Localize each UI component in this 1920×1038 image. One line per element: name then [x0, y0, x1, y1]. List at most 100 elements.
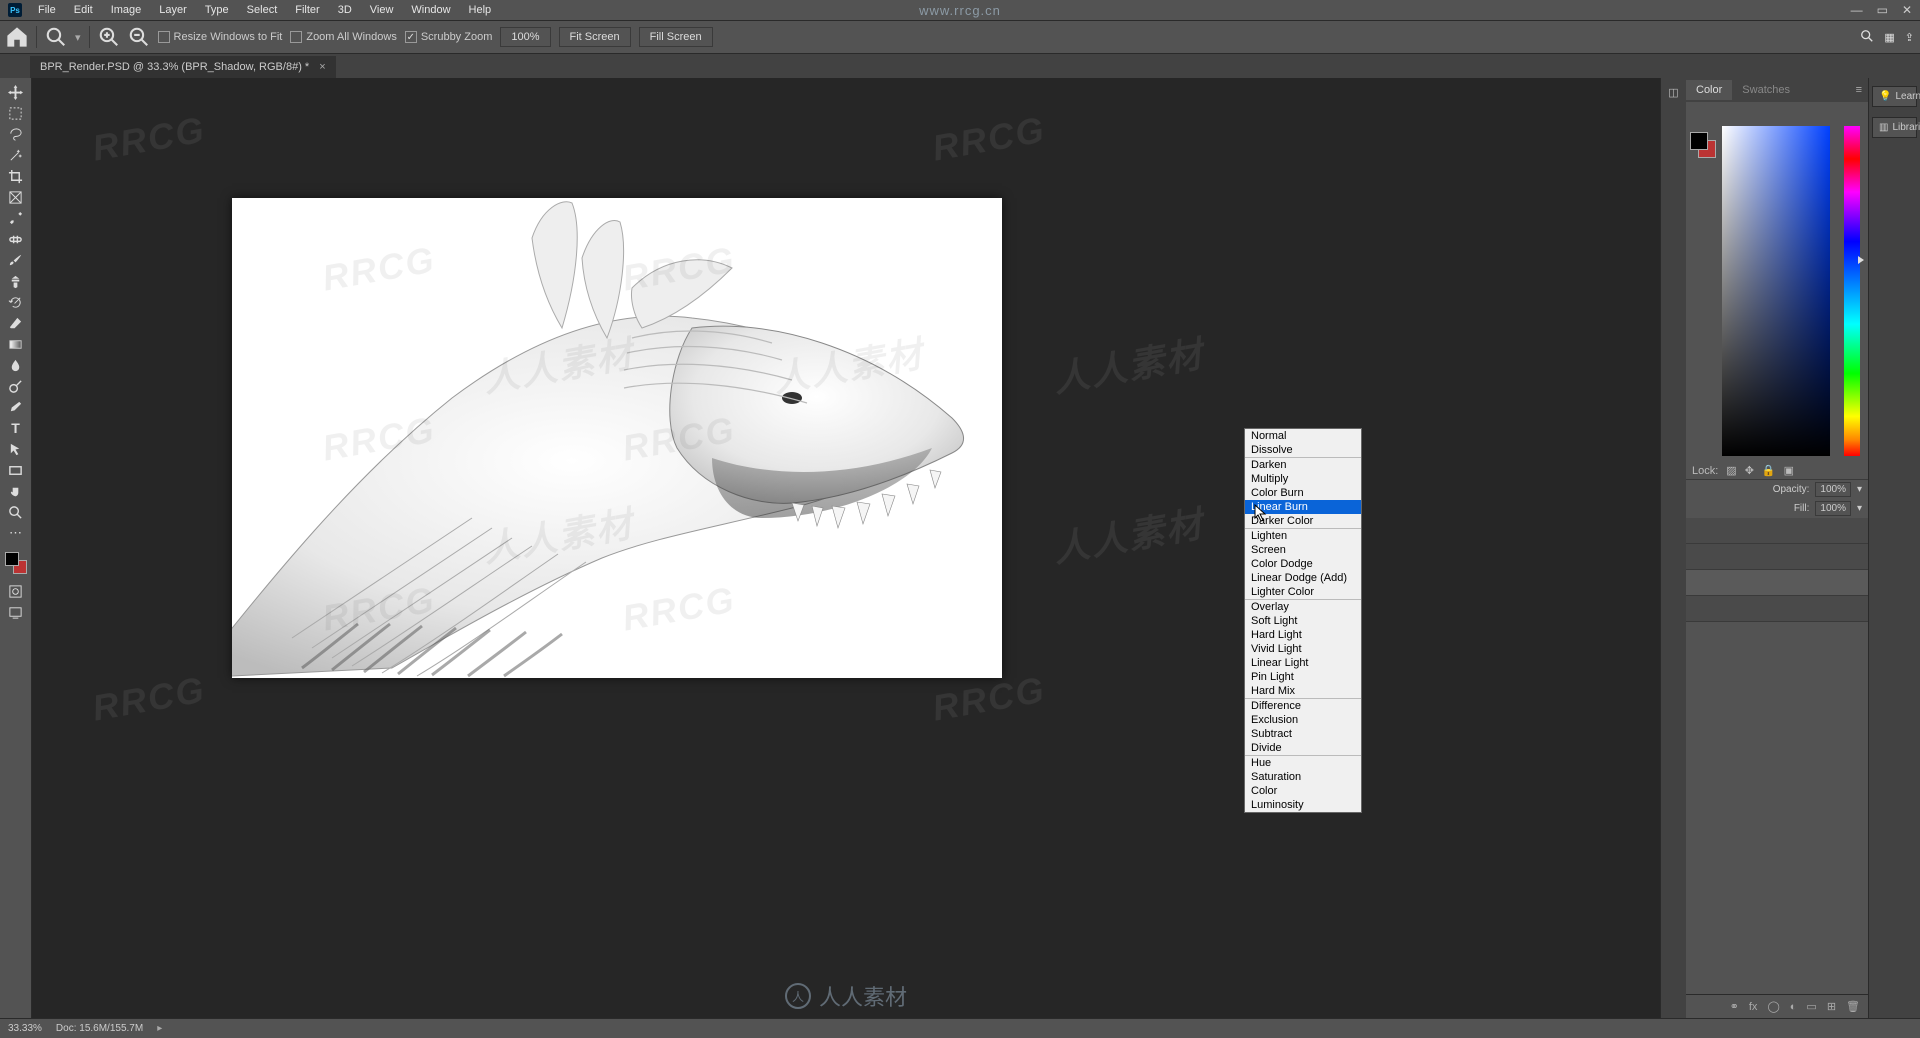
layer-mask-icon[interactable]: ◯ [1767, 1000, 1779, 1013]
zoom-tool-toolbar-icon[interactable] [3, 502, 29, 522]
opt-scrubby-zoom[interactable]: Scrubby Zoom [405, 31, 493, 43]
opt-fit-screen[interactable]: Fit Screen [559, 27, 631, 47]
quick-mask-icon[interactable] [3, 581, 29, 601]
opacity-value[interactable]: 100% [1815, 482, 1851, 497]
search-icon[interactable] [1860, 29, 1874, 46]
close-icon[interactable]: ✕ [1902, 3, 1912, 17]
chevron-down-icon[interactable]: ▾ [75, 31, 81, 44]
zoom-in-icon[interactable] [98, 26, 120, 48]
blend-mode-dropdown[interactable]: NormalDissolveDarkenMultiplyColor BurnLi… [1244, 428, 1362, 813]
lock-pixels-icon[interactable]: ▨ [1726, 464, 1736, 477]
menu-image[interactable]: Image [103, 2, 150, 18]
zoom-out-icon[interactable] [128, 26, 150, 48]
gradient-tool-icon[interactable] [3, 334, 29, 354]
workspace-icon[interactable]: ▦ [1884, 31, 1894, 44]
menu-layer[interactable]: Layer [151, 2, 195, 18]
blend-mode-option[interactable]: Screen [1245, 543, 1361, 557]
blend-mode-option[interactable]: Pin Light [1245, 670, 1361, 684]
document-tab[interactable]: BPR_Render.PSD @ 33.3% (BPR_Shadow, RGB/… [30, 56, 336, 78]
document-canvas[interactable] [232, 198, 1002, 678]
blend-mode-option[interactable]: Lighten [1245, 529, 1361, 543]
menu-type[interactable]: Type [197, 2, 237, 18]
foreground-background-colors[interactable] [5, 552, 27, 574]
menu-file[interactable]: File [30, 2, 64, 18]
path-selection-tool-icon[interactable] [3, 439, 29, 459]
marquee-tool-icon[interactable] [3, 103, 29, 123]
eyedropper-tool-icon[interactable] [3, 208, 29, 228]
blend-mode-option[interactable]: Difference [1245, 699, 1361, 713]
blend-mode-option[interactable]: Lighter Color [1245, 585, 1361, 599]
opacity-chevron-icon[interactable]: ▾ [1857, 484, 1862, 495]
blend-mode-option[interactable]: Darker Color [1245, 514, 1361, 528]
blend-mode-option[interactable]: Linear Dodge (Add) [1245, 571, 1361, 585]
healing-brush-tool-icon[interactable] [3, 229, 29, 249]
blend-mode-option[interactable]: Overlay [1245, 600, 1361, 614]
blend-mode-option[interactable]: Color [1245, 784, 1361, 798]
menu-help[interactable]: Help [461, 2, 500, 18]
hue-slider-strip[interactable] [1844, 126, 1860, 456]
blend-mode-option[interactable]: Saturation [1245, 770, 1361, 784]
color-panel-fg-swatch[interactable] [1690, 132, 1708, 150]
dodge-tool-icon[interactable] [3, 376, 29, 396]
opt-fill-screen[interactable]: Fill Screen [639, 27, 713, 47]
lock-all-icon[interactable]: 🔒 [1762, 464, 1776, 477]
delete-layer-icon[interactable]: 🗑 [1846, 1000, 1860, 1013]
status-chevron-icon[interactable]: ▸ [157, 1023, 162, 1034]
artboard-icon[interactable]: ▣ [1784, 464, 1794, 477]
layer-row[interactable] [1686, 596, 1868, 622]
canvas-area[interactable]: RRCG RRCG RRCG RRCG RRCG RRCG 人人素材 人人素材 … [32, 78, 1660, 1018]
tab-color[interactable]: Color [1686, 80, 1732, 100]
hand-tool-icon[interactable] [3, 481, 29, 501]
blend-mode-option[interactable]: Color Dodge [1245, 557, 1361, 571]
blend-mode-option[interactable]: Normal [1245, 429, 1361, 443]
adjustment-layer-icon[interactable]: ◐ [1790, 1001, 1797, 1013]
screen-mode-icon[interactable] [3, 602, 29, 622]
panel-menu-icon[interactable]: ≡ [1856, 84, 1862, 96]
tab-close-icon[interactable]: × [319, 61, 325, 73]
status-doc-size[interactable]: Doc: 15.6M/155.7M [56, 1023, 143, 1034]
share-icon[interactable]: ⇪ [1905, 31, 1914, 44]
learn-button[interactable]: 💡 Learn [1872, 86, 1917, 107]
fill-chevron-icon[interactable]: ▾ [1857, 503, 1862, 514]
magic-wand-tool-icon[interactable] [3, 145, 29, 165]
blend-mode-option[interactable]: Hard Mix [1245, 684, 1361, 698]
libraries-button[interactable]: ▥ Libraries [1872, 117, 1917, 138]
opt-zoom-all[interactable]: Zoom All Windows [290, 31, 396, 43]
new-layer-icon[interactable]: ⊞ [1827, 1000, 1836, 1013]
menu-view[interactable]: View [362, 2, 402, 18]
layer-row[interactable] [1686, 518, 1868, 544]
type-tool-icon[interactable]: T [3, 418, 29, 438]
history-panel-icon[interactable]: ◫ [1668, 86, 1678, 99]
blend-mode-option[interactable]: Multiply [1245, 472, 1361, 486]
pen-tool-icon[interactable] [3, 397, 29, 417]
menu-window[interactable]: Window [403, 2, 458, 18]
menu-edit[interactable]: Edit [66, 2, 101, 18]
history-brush-tool-icon[interactable] [3, 292, 29, 312]
opt-zoom-100[interactable]: 100% [500, 27, 550, 47]
lasso-tool-icon[interactable] [3, 124, 29, 144]
opt-resize-windows[interactable]: Resize Windows to Fit [158, 31, 283, 43]
brush-tool-icon[interactable] [3, 250, 29, 270]
blend-mode-option[interactable]: Divide [1245, 741, 1361, 755]
frame-tool-icon[interactable] [3, 187, 29, 207]
color-field-picker[interactable] [1722, 126, 1830, 456]
menu-select[interactable]: Select [239, 2, 286, 18]
blur-tool-icon[interactable] [3, 355, 29, 375]
move-tool-icon[interactable] [3, 82, 29, 102]
hue-slider-handle[interactable] [1858, 256, 1864, 264]
lock-position-icon[interactable]: ✥ [1745, 464, 1754, 477]
blend-mode-option[interactable]: Hue [1245, 756, 1361, 770]
status-zoom[interactable]: 33.33% [8, 1023, 42, 1034]
tab-swatches[interactable]: Swatches [1732, 80, 1800, 100]
blend-mode-option[interactable]: Dissolve [1245, 443, 1361, 457]
layer-row[interactable] [1686, 570, 1868, 596]
blend-mode-option[interactable]: Darken [1245, 458, 1361, 472]
blend-mode-option[interactable]: Soft Light [1245, 614, 1361, 628]
minimize-icon[interactable]: ― [1851, 3, 1863, 17]
eraser-tool-icon[interactable] [3, 313, 29, 333]
crop-tool-icon[interactable] [3, 166, 29, 186]
menu-3d[interactable]: 3D [330, 2, 360, 18]
maximize-icon[interactable]: ▭ [1877, 3, 1888, 17]
home-icon[interactable] [6, 26, 28, 48]
clone-stamp-tool-icon[interactable] [3, 271, 29, 291]
